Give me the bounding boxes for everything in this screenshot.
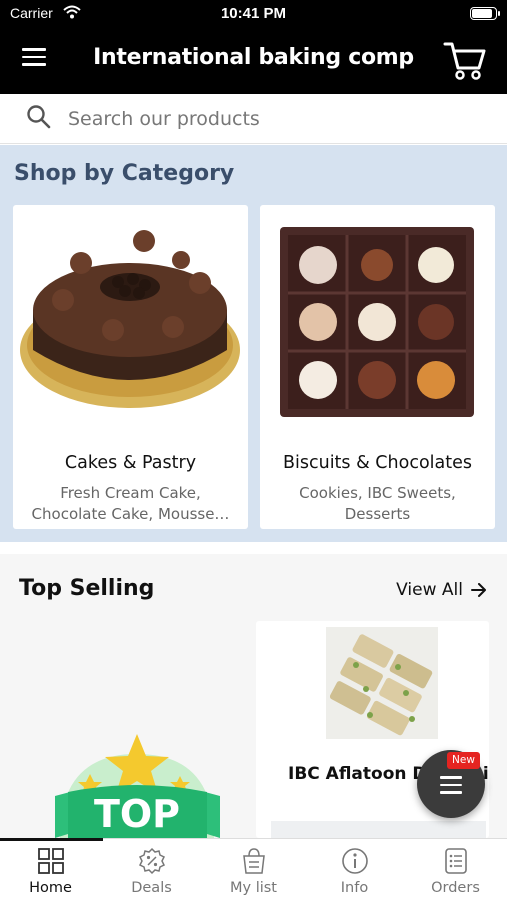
section-title: Shop by Category xyxy=(14,161,235,186)
new-badge: New xyxy=(447,752,480,769)
view-all-link[interactable]: View All xyxy=(396,580,487,600)
deals-badge-icon xyxy=(138,847,165,875)
battery-icon xyxy=(470,7,500,20)
app-title: International baking comp xyxy=(93,45,414,70)
section-title: Top Selling xyxy=(19,576,155,601)
tab-deals[interactable]: Deals xyxy=(101,847,202,900)
category-name: Cakes & Pastry xyxy=(64,453,197,473)
view-all-label: View All xyxy=(396,580,463,600)
chocolate-box-image xyxy=(280,227,474,417)
chocolate-cake-image xyxy=(20,230,240,408)
tab-label: My list xyxy=(230,880,277,896)
category-card-biscuits[interactable]: Biscuits & Chocolates Cookies, IBC Sweet… xyxy=(260,205,495,529)
home-grid-icon xyxy=(37,848,64,874)
shopping-cart-icon[interactable] xyxy=(443,40,487,82)
tab-label: Orders xyxy=(431,880,480,896)
product-image xyxy=(326,627,438,739)
info-icon xyxy=(341,848,368,874)
tab-home[interactable]: Home xyxy=(0,847,101,900)
app-header: Carrier 10:41 PM International baking co… xyxy=(0,0,507,94)
tab-label: Info xyxy=(340,880,369,896)
category-subtitle: Fresh Cream Cake, Chocolate Cake, Mousse… xyxy=(31,484,230,523)
menu-lines-icon xyxy=(440,776,462,799)
top-badge-image: TOP xyxy=(55,734,220,838)
product-details-bar xyxy=(271,821,486,838)
status-time: 10:41 PM xyxy=(220,5,287,22)
tab-label: Home xyxy=(29,880,72,896)
category-subtitle: Cookies, IBC Sweets, Desserts xyxy=(299,484,456,523)
category-card-cakes[interactable]: Cakes & Pastry Fresh Cream Cake, Chocola… xyxy=(13,205,248,529)
top-badge-text: TOP xyxy=(94,792,180,836)
tab-my-list[interactable]: My list xyxy=(203,847,304,900)
search-bar xyxy=(0,94,507,144)
shopping-list-icon xyxy=(242,848,265,874)
active-tab-indicator xyxy=(0,838,103,841)
tab-info[interactable]: Info xyxy=(304,847,405,900)
arrow-right-icon xyxy=(471,583,486,597)
tab-orders[interactable]: Orders xyxy=(405,847,506,900)
category-section: Shop by Category Cakes & Pastry Fresh Cr… xyxy=(0,145,507,542)
bottom-tab-bar: Home Deals My list Info Orders xyxy=(0,838,507,900)
tab-label: Deals xyxy=(131,880,172,896)
search-icon xyxy=(27,105,51,129)
search-input[interactable] xyxy=(68,102,488,136)
orders-icon xyxy=(444,848,467,874)
category-name: Biscuits & Chocolates xyxy=(283,453,472,473)
status-bar: Carrier 10:41 PM xyxy=(0,0,507,28)
hamburger-menu-icon[interactable] xyxy=(22,48,48,70)
